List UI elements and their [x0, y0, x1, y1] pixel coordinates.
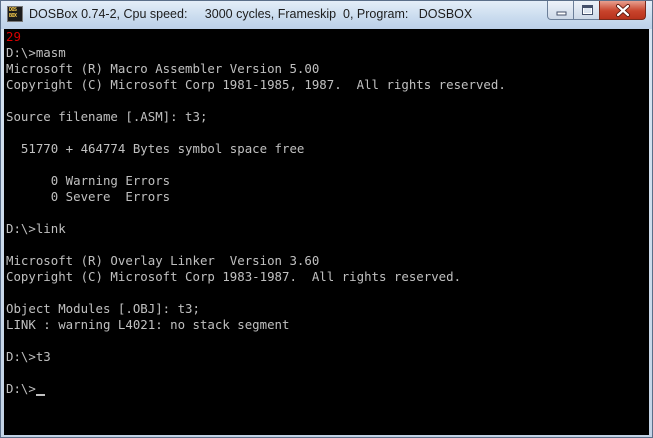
dosbox-window: DOS BOX DOSBox 0.74-2, Cpu speed: 3000 c… — [0, 0, 653, 438]
maximize-icon — [582, 5, 593, 15]
frame-counter: 29 — [6, 29, 21, 44]
console-screen[interactable]: 29 D:\>masm Microsoft (R) Macro Assembler … — [4, 29, 649, 435]
icon-label-bottom: BOX — [9, 13, 17, 19]
console-line: Object Modules [.OBJ]: t3; — [6, 301, 200, 316]
console-line: Microsoft (R) Macro Assembler Version 5.… — [6, 61, 320, 76]
maximize-button[interactable] — [573, 1, 600, 20]
console-line: 0 Severe Errors — [6, 189, 171, 204]
console-line: Copyright (C) Microsoft Corp 1983-1987. … — [6, 269, 462, 284]
close-icon — [616, 4, 630, 17]
console-line: 51770 + 464774 Bytes symbol space free — [6, 141, 305, 156]
console-line: 0 Warning Errors — [6, 173, 171, 188]
title-bar[interactable]: DOS BOX DOSBox 0.74-2, Cpu speed: 3000 c… — [1, 1, 652, 29]
close-button[interactable] — [599, 1, 646, 20]
console-line: D:\> — [6, 381, 36, 396]
console-line: D:\>masm — [6, 45, 66, 60]
minimize-button[interactable] — [547, 1, 574, 20]
dosbox-icon[interactable]: DOS BOX — [7, 6, 23, 22]
console-line: D:\>t3 — [6, 349, 51, 364]
window-title: DOSBox 0.74-2, Cpu speed: 3000 cycles, F… — [29, 7, 473, 21]
console-line: Source filename [.ASM]: t3; — [6, 109, 208, 124]
console-line: D:\>link — [6, 221, 66, 236]
text-cursor — [35, 394, 45, 396]
minimize-icon — [556, 11, 567, 16]
console-line: Microsoft (R) Overlay Linker Version 3.6… — [6, 253, 320, 268]
console-line: LINK : warning L4021: no stack segment — [6, 317, 290, 332]
console-line: Copyright (C) Microsoft Corp 1981-1985, … — [6, 77, 506, 92]
